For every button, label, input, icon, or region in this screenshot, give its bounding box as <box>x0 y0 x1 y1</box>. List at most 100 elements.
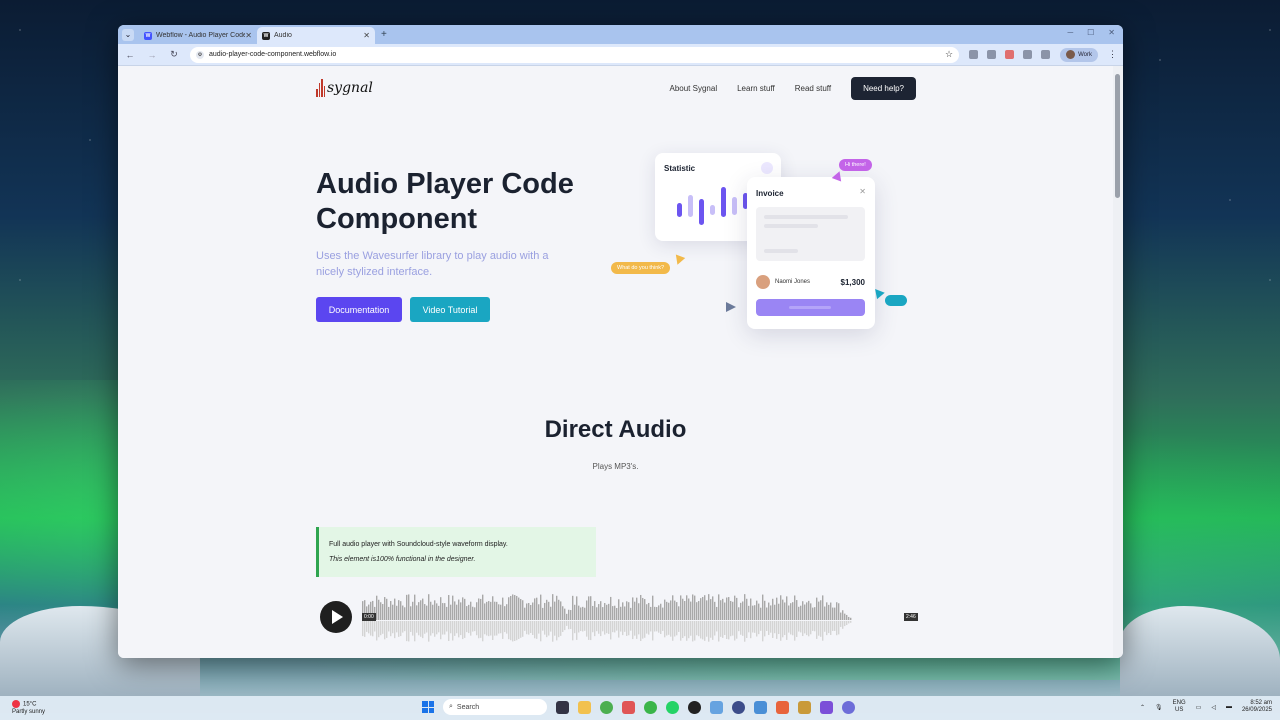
waveform-bar <box>732 601 734 620</box>
hero-title: Audio Player Code Component <box>316 168 574 235</box>
waveform-reflection <box>436 621 438 635</box>
tab-audio[interactable]: W Audio ✕ <box>257 27 375 44</box>
waveform-reflection <box>626 621 628 636</box>
chatgpt-icon[interactable] <box>688 700 701 714</box>
menu-dots-icon[interactable]: ⋮ <box>1108 49 1117 60</box>
waveform-bar <box>800 605 802 620</box>
weather-widget[interactable]: 15°C Partly sunny <box>12 700 45 716</box>
bookmark-star-icon[interactable]: ☆ <box>945 49 953 60</box>
waveform-reflection <box>544 621 546 635</box>
waveform-bar <box>694 595 696 620</box>
waveform-bar <box>624 606 626 620</box>
waveform-reflection <box>680 621 682 641</box>
volume-icon[interactable]: ◁ <box>1211 704 1216 711</box>
page-scrollbar[interactable] <box>1113 66 1123 658</box>
waveform-reflection <box>624 621 626 632</box>
chrome-icon[interactable] <box>600 700 613 714</box>
back-icon[interactable]: ← <box>124 50 136 60</box>
tab-search-button[interactable]: ⌄ <box>122 28 134 41</box>
windows-start-icon[interactable] <box>422 701 434 713</box>
network-icon[interactable]: ▭ <box>1196 704 1202 711</box>
battery-icon[interactable]: ▬ <box>1226 704 1232 710</box>
clock[interactable]: 8:52 am 26/09/2025 <box>1242 700 1272 714</box>
extension-icon[interactable] <box>987 50 997 59</box>
app-icon[interactable] <box>798 700 811 714</box>
waveform-reflection <box>808 621 810 637</box>
waveform-reflection <box>566 621 568 626</box>
waveform-bar <box>756 600 758 620</box>
app-icon[interactable] <box>644 700 657 714</box>
waveform-bar <box>630 607 632 620</box>
waveform-bar <box>424 604 426 620</box>
play-button[interactable] <box>320 601 352 633</box>
new-tab-button[interactable]: + <box>381 29 387 40</box>
profile-button[interactable]: Work <box>1060 47 1098 62</box>
tab-close-icon[interactable]: ✕ <box>363 31 370 40</box>
documentation-button[interactable]: Documentation <box>316 297 402 322</box>
waveform-bar <box>616 607 618 620</box>
language-indicator[interactable]: ENG US <box>1173 700 1186 714</box>
settings-gear-icon[interactable] <box>842 700 855 714</box>
extension-icon[interactable] <box>1005 50 1015 59</box>
app-icon[interactable] <box>710 700 723 714</box>
app-icon[interactable] <box>732 700 745 714</box>
app-icon[interactable] <box>622 700 635 714</box>
tab-close-icon[interactable]: ✕ <box>245 31 252 40</box>
address-bar[interactable]: ⚙ audio-player-code-component.webflow.io… <box>190 46 960 63</box>
profile-label: Work <box>1078 51 1092 58</box>
waveform-reflection <box>446 621 448 632</box>
waveform-bar <box>594 601 596 620</box>
waveform-reflection <box>416 621 418 633</box>
close-window-icon[interactable]: ✕ <box>1108 28 1115 37</box>
site-info-icon[interactable]: ⚙ <box>196 50 204 59</box>
file-explorer-icon[interactable] <box>578 700 591 714</box>
url-text[interactable]: audio-player-code-component.webflow.io <box>209 51 945 58</box>
waveform-bar <box>758 603 760 620</box>
waveform-reflection <box>470 621 472 636</box>
task-view-icon[interactable] <box>556 700 569 714</box>
chevron-up-icon[interactable]: ⌃ <box>1140 704 1145 711</box>
waveform[interactable] <box>362 590 892 646</box>
waveform-bar <box>444 603 446 620</box>
waveform-reflection <box>584 621 586 631</box>
microphone-icon[interactable]: 🎙 <box>1155 704 1163 711</box>
waveform-reflection <box>650 621 652 632</box>
waveform-bar <box>506 604 508 620</box>
reading-list-icon[interactable] <box>1041 50 1051 59</box>
waveform-reflection <box>700 621 702 639</box>
nav-about-link[interactable]: About Sygnal <box>670 84 718 93</box>
sygnal-logo[interactable]: sygnal <box>316 79 373 97</box>
waveform-reflection <box>382 621 384 634</box>
maximize-icon[interactable]: ☐ <box>1087 28 1094 37</box>
video-tutorial-button[interactable]: Video Tutorial <box>410 297 490 322</box>
extensions-area <box>969 50 1051 59</box>
app-icon[interactable] <box>820 700 833 714</box>
window-controls: ─ ☐ ✕ <box>1067 28 1115 37</box>
waveform-bar <box>742 601 744 620</box>
whatsapp-icon[interactable] <box>666 700 679 714</box>
nav-read-link[interactable]: Read stuff <box>795 84 831 93</box>
need-help-button[interactable]: Need help? <box>851 76 916 100</box>
nav-learn-link[interactable]: Learn stuff <box>737 84 775 93</box>
waveform-reflection <box>612 621 614 633</box>
puzzle-icon[interactable] <box>1023 50 1033 59</box>
waveform-reflection <box>640 621 642 642</box>
notepad-icon[interactable] <box>754 700 767 714</box>
waveform-reflection <box>374 621 376 632</box>
taskbar-search[interactable]: ⌕ Search <box>443 699 547 715</box>
waveform-bar <box>446 606 448 620</box>
minimize-icon[interactable]: ─ <box>1067 28 1073 37</box>
waveform-bar <box>776 597 778 620</box>
extension-icon[interactable] <box>969 50 979 59</box>
waveform-bar <box>536 597 538 620</box>
waveform-reflection <box>840 621 842 627</box>
weather-desc: Partly sunny <box>12 708 46 715</box>
scrollbar-thumb[interactable] <box>1115 74 1120 198</box>
forward-icon[interactable]: → <box>146 50 158 60</box>
waveform-bar <box>736 597 738 620</box>
app-icon[interactable] <box>776 700 789 714</box>
tab-webflow[interactable]: W Webflow - Audio Player Code C ✕ <box>139 27 257 44</box>
waveform-bar <box>426 605 428 620</box>
reload-icon[interactable]: ↻ <box>168 49 180 60</box>
pointer-arrow-icon <box>726 302 736 312</box>
